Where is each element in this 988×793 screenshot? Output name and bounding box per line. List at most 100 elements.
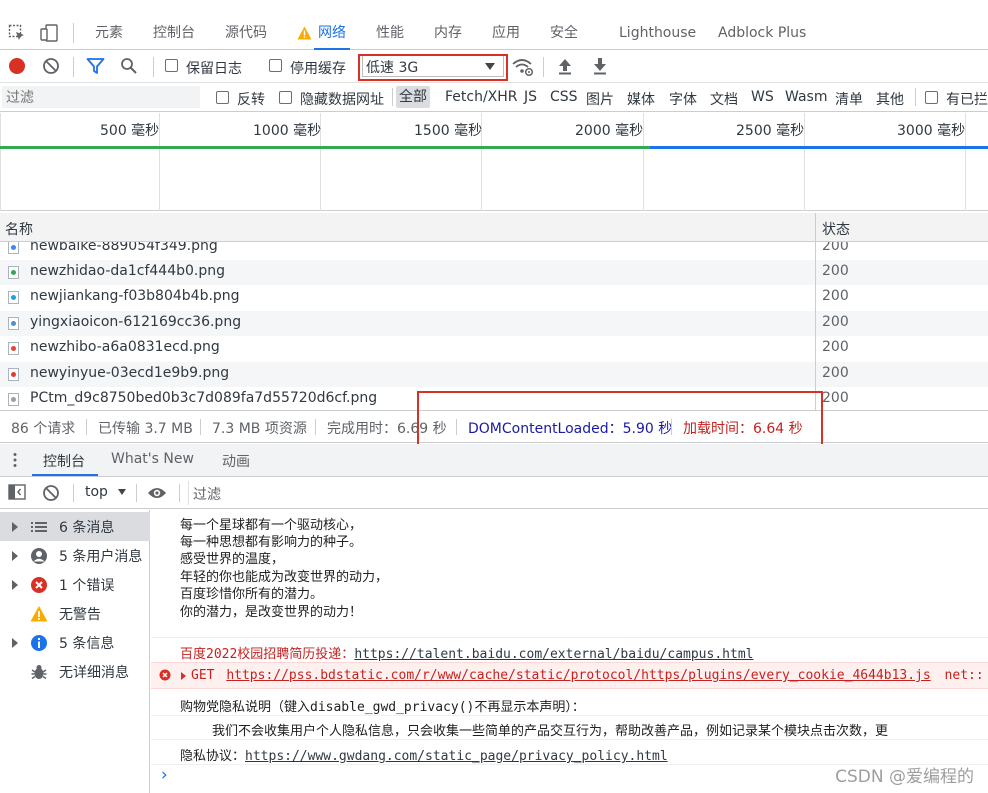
console-recruit-message: 百度2022校园招聘简历投递：https://talent.baidu.com/…: [180, 643, 753, 662]
hide-data-urls-checkbox[interactable]: [279, 91, 292, 104]
import-har-icon[interactable]: [557, 57, 573, 75]
request-name: newbaike-889054f349.png: [30, 242, 218, 254]
filter-type-font[interactable]: 字体: [669, 89, 697, 109]
error-url[interactable]: https://pss.bdstatic.com/r/www/cache/sta…: [226, 668, 930, 683]
network-conditions-icon[interactable]: [512, 57, 534, 77]
tab-lighthouse[interactable]: Lighthouse: [619, 17, 696, 49]
timeline-label: 1500 毫秒: [414, 123, 483, 139]
console-prompt[interactable]: ›: [159, 765, 169, 785]
console-sidebar: 6 条消息 5 条用户消息 1 个错误 无警告 5 条信息 无详细消息: [0, 510, 150, 793]
tab-adblock-plus[interactable]: Adblock Plus: [718, 17, 806, 49]
export-har-icon[interactable]: [592, 57, 608, 75]
request-table-body: newbaike-889054f349.png 200 newzhidao-da…: [0, 242, 988, 410]
console-error-row: GET https://pss.bdstatic.com/r/www/cache…: [151, 662, 988, 689]
sidebar-item-errors[interactable]: 1 个错误: [0, 570, 150, 599]
console-log-line: 感受世界的温度，: [180, 552, 285, 567]
context-value: top: [85, 484, 108, 500]
drawer-tab-console[interactable]: 控制台: [43, 451, 85, 471]
table-row[interactable]: newzhidao-da1cf444b0.png 200: [0, 260, 988, 285]
expand-arrow-icon[interactable]: [12, 580, 18, 590]
network-overview-timeline[interactable]: 500 毫秒 1000 毫秒 1500 毫秒 2000 毫秒 2500 毫秒 3…: [0, 113, 988, 211]
recruit-prefix: 百度2022校园招聘简历投递：: [180, 647, 355, 662]
request-name: newjiankang-f03b804b4b.png: [30, 288, 240, 304]
recruit-link[interactable]: https://talent.baidu.com/external/baidu/…: [354, 647, 753, 662]
device-toolbar-icon[interactable]: [40, 24, 60, 42]
timeline-label: 2500 毫秒: [736, 123, 805, 139]
tab-console[interactable]: 控制台: [153, 17, 195, 49]
tab-security[interactable]: 安全: [550, 17, 578, 49]
timeline-label: 3000 毫秒: [897, 123, 966, 139]
sidebar-item-user-messages[interactable]: 5 条用户消息: [0, 541, 150, 570]
timeline-label: 2000 毫秒: [575, 123, 644, 139]
filter-type-manifest[interactable]: 清单: [835, 89, 863, 109]
filter-type-media[interactable]: 媒体: [627, 89, 655, 109]
timeline-label: 1000 毫秒: [253, 123, 322, 139]
filter-icon[interactable]: [86, 57, 105, 75]
expand-arrow-icon[interactable]: [12, 551, 18, 561]
tab-elements[interactable]: 元素: [95, 17, 123, 49]
image-file-icon: [8, 266, 19, 279]
invert-checkbox[interactable]: [216, 91, 229, 104]
filter-type-js[interactable]: JS: [524, 89, 537, 105]
filter-type-other[interactable]: 其他: [876, 89, 904, 109]
timeline-label: 500 毫秒: [100, 123, 160, 139]
filter-type-ws[interactable]: WS: [751, 89, 774, 105]
privacy-link[interactable]: https://www.gwdang.com/static_page/priva…: [245, 749, 668, 764]
table-row[interactable]: newjiankang-f03b804b4b.png 200: [0, 285, 988, 310]
console-filter-input[interactable]: 过滤: [188, 481, 988, 505]
sidebar-item-label: 无警告: [59, 607, 101, 623]
inspect-element-icon[interactable]: [8, 24, 26, 42]
request-status: 200: [822, 339, 849, 355]
sidebar-item-info[interactable]: 5 条信息: [0, 628, 150, 657]
column-header-status[interactable]: 状态: [822, 219, 850, 239]
tab-memory[interactable]: 内存: [434, 17, 462, 49]
watermark-text: CSDN @爱编程的: [835, 767, 974, 787]
filter-type-css[interactable]: CSS: [550, 89, 578, 105]
drawer-tab-animations[interactable]: 动画: [222, 451, 250, 471]
sidebar-item-messages[interactable]: 6 条消息: [0, 512, 150, 541]
table-row[interactable]: newzhibo-a6a0831ecd.png 200: [0, 336, 988, 361]
clear-icon[interactable]: [42, 57, 60, 75]
network-filter-input[interactable]: [2, 86, 200, 108]
context-select[interactable]: top: [85, 484, 127, 500]
request-name: newyinyue-03ecd1e9b9.png: [30, 365, 230, 381]
preserve-log-label: 保留日志: [186, 61, 242, 77]
tab-performance[interactable]: 性能: [376, 17, 404, 49]
table-row[interactable]: yingxiaoicon-612169cc36.png 200: [0, 311, 988, 336]
clear-console-icon[interactable]: [42, 484, 60, 502]
highlight-box-throttle: [358, 54, 508, 81]
column-header-name[interactable]: 名称: [5, 219, 33, 239]
blocked-cookies-checkbox[interactable]: [925, 91, 938, 104]
tab-network[interactable]: 网络: [314, 17, 350, 50]
drawer-tab-whats-new[interactable]: What's New: [111, 451, 194, 467]
disable-cache-checkbox[interactable]: [269, 59, 282, 72]
tab-application[interactable]: 应用: [492, 17, 520, 49]
error-suffix: net::: [944, 668, 984, 683]
disable-cache-label: 停用缓存: [290, 61, 346, 77]
search-icon[interactable]: [120, 57, 138, 75]
record-button[interactable]: [9, 58, 25, 74]
filter-type-img[interactable]: 图片: [586, 89, 614, 109]
sidebar-item-label: 1 个错误: [59, 578, 115, 594]
table-row[interactable]: newbaike-889054f349.png 200: [0, 242, 988, 260]
timeline-waterfall-bar: [650, 146, 988, 149]
filter-type-fetch-xhr[interactable]: Fetch/XHR: [445, 89, 518, 105]
filter-type-wasm[interactable]: Wasm: [785, 89, 827, 105]
live-expression-eye-icon[interactable]: [147, 486, 167, 500]
tab-sources[interactable]: 源代码: [225, 17, 267, 49]
sidebar-item-warnings[interactable]: 无警告: [0, 599, 150, 628]
preserve-log-checkbox[interactable]: [165, 59, 178, 72]
sidebar-item-verbose[interactable]: 无详细消息: [0, 657, 150, 686]
console-privacy-policy: 隐私协议：https://www.gwdang.com/static_page/…: [180, 745, 668, 764]
expand-arrow-icon[interactable]: [12, 638, 18, 648]
column-divider[interactable]: [815, 213, 816, 410]
filter-type-doc[interactable]: 文档: [710, 89, 738, 109]
drawer-menu-icon[interactable]: [12, 452, 18, 468]
error-icon: [30, 576, 48, 594]
sidebar-toggle-icon[interactable]: [8, 484, 26, 500]
expand-arrow-icon[interactable]: [12, 522, 18, 532]
filter-type-all[interactable]: 全部: [396, 86, 430, 108]
table-row[interactable]: newyinyue-03ecd1e9b9.png 200: [0, 362, 988, 387]
sidebar-item-label: 5 条信息: [59, 636, 115, 652]
expand-arrow-icon[interactable]: [181, 672, 186, 680]
